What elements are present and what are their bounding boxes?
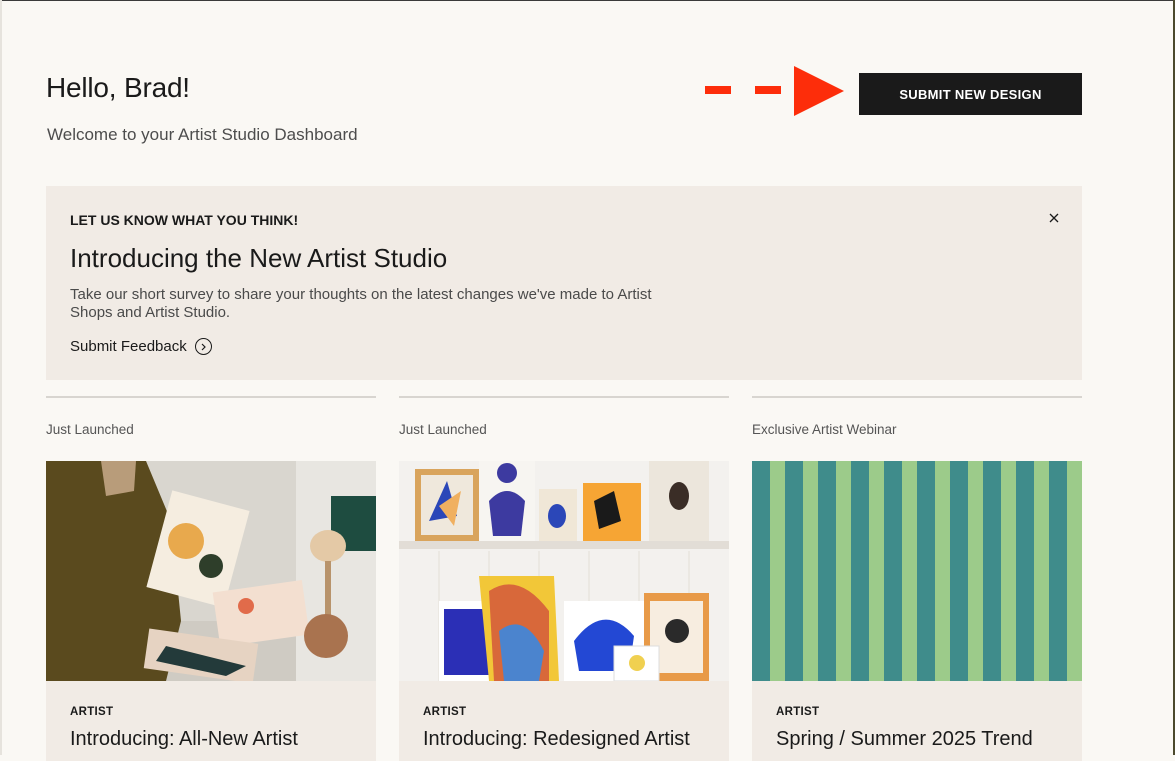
- stripe: [884, 461, 902, 681]
- card-divider: [752, 396, 1082, 398]
- card-title[interactable]: Introducing: Redesigned Artist: [423, 728, 690, 751]
- arrow-dash: [755, 86, 781, 94]
- submit-new-design-button[interactable]: SUBMIT NEW DESIGN: [859, 73, 1082, 115]
- submit-feedback-link[interactable]: Submit Feedback: [70, 338, 212, 355]
- close-icon[interactable]: [1046, 210, 1062, 226]
- arrowhead-icon: [794, 66, 844, 116]
- stripe: [785, 461, 803, 681]
- card-kicker: ARTIST: [776, 706, 820, 718]
- stripe: [1016, 461, 1034, 681]
- card-divider: [399, 396, 729, 398]
- card-title[interactable]: Introducing: All-New Artist: [70, 728, 298, 751]
- arrow-dash: [705, 86, 731, 94]
- stripe: [818, 461, 836, 681]
- window-left-border: [0, 0, 2, 755]
- card-body: ARTIST Spring / Summer 2025 Trend: [752, 681, 1082, 761]
- banner-description: Take our short survey to share your thou…: [70, 286, 652, 321]
- banner-eyebrow: LET US KNOW WHAT YOU THINK!: [70, 212, 299, 228]
- stripe: [752, 461, 770, 681]
- dashboard-subtitle: Welcome to your Artist Studio Dashboard: [47, 125, 358, 144]
- card-body: ARTIST Introducing: Redesigned Artist: [399, 681, 729, 761]
- card-image-artist-studio[interactable]: [46, 461, 376, 681]
- stripe: [983, 461, 1001, 681]
- feedback-banner: LET US KNOW WHAT YOU THINK! Introducing …: [46, 186, 1082, 380]
- page-greeting: Hello, Brad!: [46, 72, 190, 103]
- card-image-stripe-pattern[interactable]: [752, 461, 1082, 681]
- card-tag: Just Launched: [46, 422, 134, 437]
- card-body: ARTIST Introducing: All-New Artist: [46, 681, 376, 761]
- card-image-redesigned-artist[interactable]: [399, 461, 729, 681]
- submit-feedback-label: Submit Feedback: [70, 338, 187, 355]
- card-divider: [46, 396, 376, 398]
- chevron-right-circle-icon: [194, 338, 212, 355]
- banner-title: Introducing the New Artist Studio: [70, 243, 448, 273]
- window-top-border: [0, 0, 1175, 1]
- arrow-annotation-icon: [705, 66, 845, 116]
- card-kicker: ARTIST: [70, 706, 114, 718]
- card-kicker: ARTIST: [423, 706, 467, 718]
- card-title[interactable]: Spring / Summer 2025 Trend: [776, 728, 1033, 751]
- card-tag: Exclusive Artist Webinar: [752, 422, 897, 437]
- stripe: [1049, 461, 1067, 681]
- stripe: [917, 461, 935, 681]
- card-tag: Just Launched: [399, 422, 487, 437]
- stripe: [851, 461, 869, 681]
- stripe: [950, 461, 968, 681]
